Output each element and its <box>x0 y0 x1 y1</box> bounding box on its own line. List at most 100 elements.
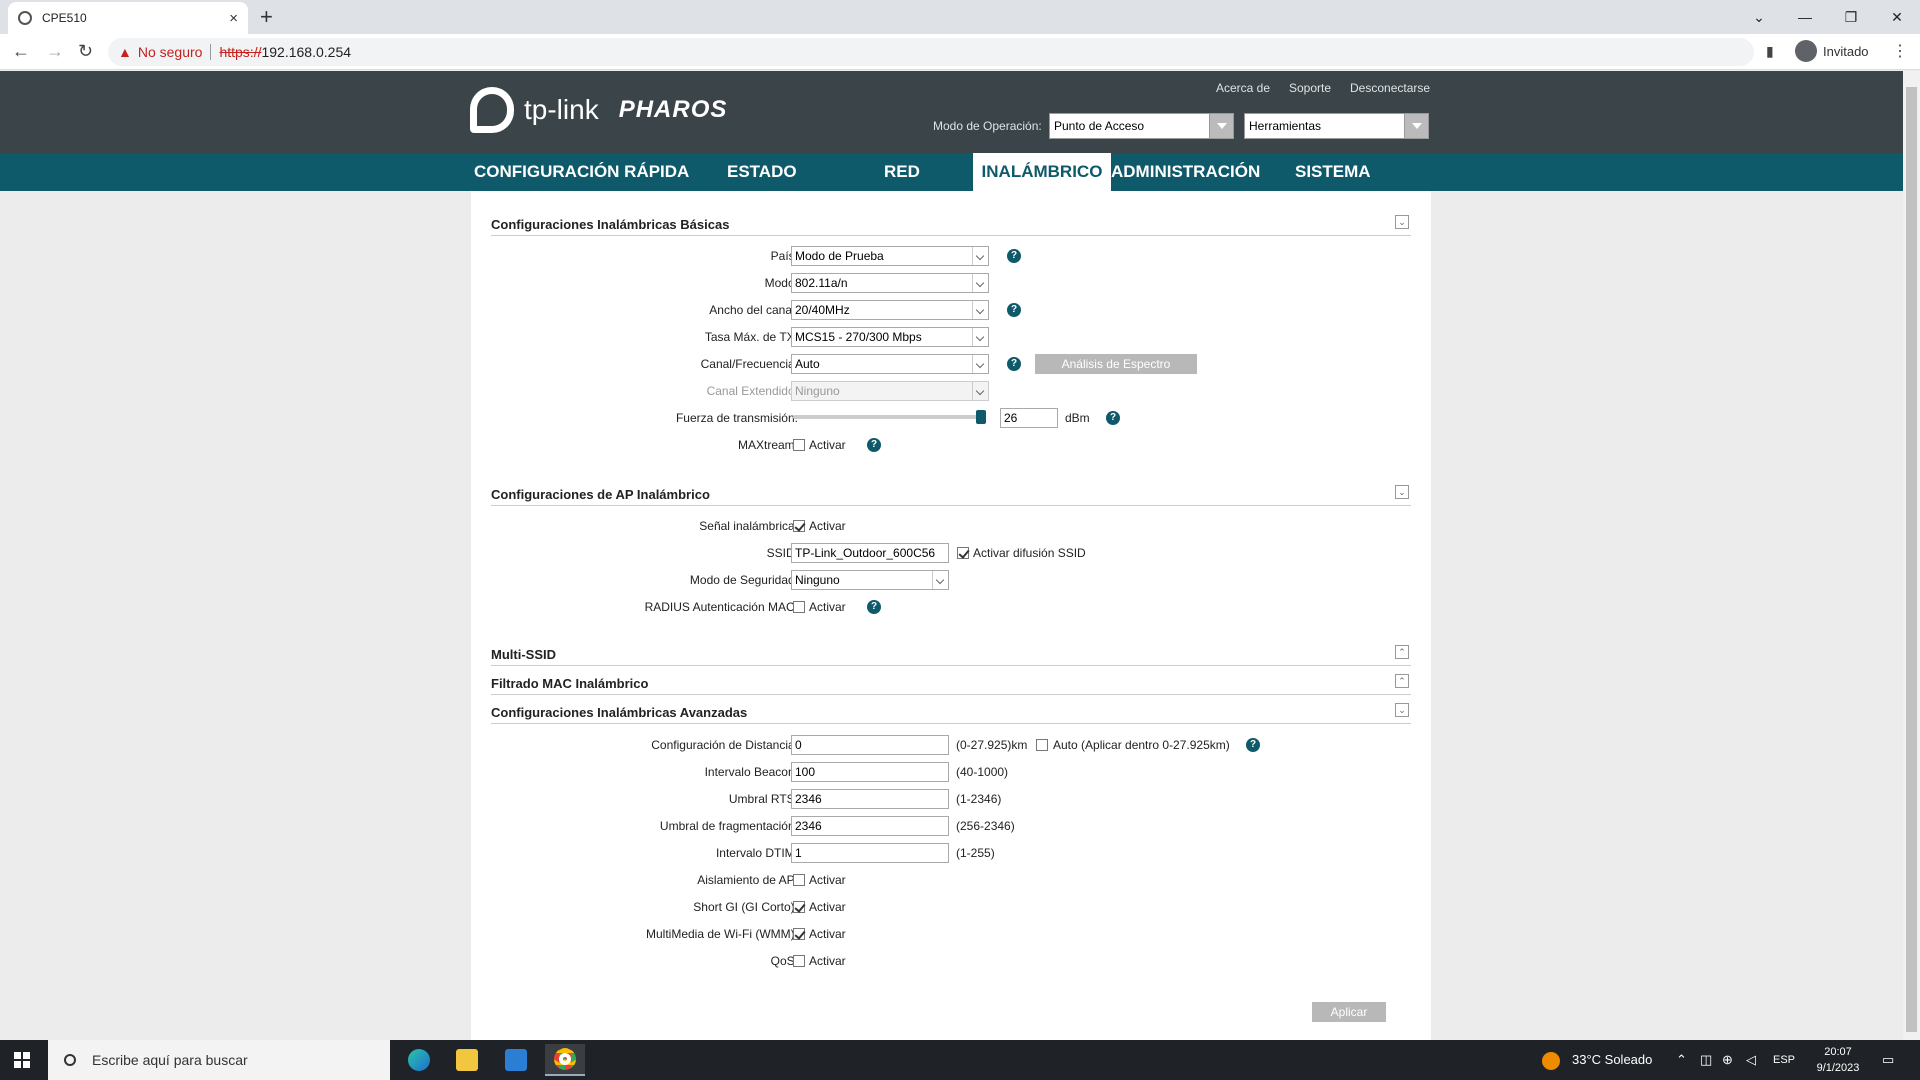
tx-power-handle[interactable] <box>976 410 986 424</box>
apply-button[interactable]: Aplicar <box>1312 1002 1386 1022</box>
url-host: 192.168.0.254 <box>261 44 352 60</box>
tab-search-icon[interactable]: ⌄ <box>1736 0 1782 34</box>
help-icon[interactable]: ? <box>867 438 881 452</box>
language-indicator[interactable]: ESP <box>1773 1040 1795 1080</box>
distance-auto-label: Auto (Aplicar dentro 0-27.925km) <box>1053 738 1230 752</box>
help-icon[interactable]: ? <box>1007 249 1021 263</box>
help-icon[interactable]: ? <box>1246 738 1260 752</box>
extended-channel-select[interactable]: Ninguno <box>791 381 989 401</box>
ap-section-title: Configuraciones de AP Inalámbrico <box>491 487 710 502</box>
help-icon[interactable]: ? <box>867 600 881 614</box>
about-link[interactable]: Acerca de <box>1216 81 1270 95</box>
expand-icon[interactable]: ⌃ <box>1395 674 1409 688</box>
multi-ssid-title[interactable]: Multi-SSID <box>491 647 556 662</box>
reload-icon[interactable]: ↻ <box>78 41 93 62</box>
edge-app[interactable] <box>399 1044 439 1076</box>
clock[interactable]: 20:07 9/1/2023 <box>1808 1044 1868 1076</box>
search-placeholder: Escribe aquí para buscar <box>92 1052 248 1068</box>
max-tx-rate-select[interactable]: MCS15 - 270/300 Mbps <box>791 327 989 347</box>
tx-power-slider[interactable] <box>793 410 986 424</box>
channel-width-label: Ancho del canal: <box>709 303 798 317</box>
security-label[interactable]: No seguro <box>138 44 203 60</box>
collapse-icon[interactable]: ⌄ <box>1395 485 1409 499</box>
menu-icon[interactable]: ⋮ <box>1892 41 1908 61</box>
spectrum-analysis-button[interactable]: Análisis de Espectro <box>1035 354 1197 374</box>
maxtream-checkbox[interactable] <box>793 439 805 451</box>
rts-hint: (1-2346) <box>956 792 1002 806</box>
collapse-icon[interactable]: ⌄ <box>1395 703 1409 717</box>
ap-isolation-checkbox[interactable] <box>793 874 805 886</box>
op-mode-select[interactable]: Punto de Acceso <box>1049 113 1234 139</box>
volume-icon[interactable]: ◁ <box>1746 1040 1756 1080</box>
windows-taskbar: Escribe aquí para buscar 33°C Soleado ⌃ … <box>0 1040 1920 1080</box>
help-icon[interactable]: ? <box>1007 303 1021 317</box>
chrome-app[interactable] <box>545 1044 585 1076</box>
distance-auto-checkbox[interactable] <box>1036 739 1048 751</box>
qos-checkbox[interactable] <box>793 955 805 967</box>
channel-select[interactable]: Auto <box>791 354 989 374</box>
close-tab-icon[interactable]: × <box>229 10 238 27</box>
web-page: tp-link PHAROS Acerca de Soporte Descone… <box>0 71 1903 1040</box>
wifi-icon[interactable]: ◫ <box>1700 1040 1712 1080</box>
nav-management[interactable]: ADMINISTRACIÓN <box>1111 153 1260 191</box>
ssid-input[interactable]: TP-Link_Outdoor_600C56 <box>791 543 949 563</box>
tools-value: Herramientas <box>1249 119 1322 133</box>
nav-quick-setup[interactable]: CONFIGURACIÓN RÁPIDA <box>474 153 689 191</box>
restore-button[interactable]: ❐ <box>1828 0 1874 34</box>
new-tab-button[interactable]: + <box>260 4 273 30</box>
mail-app[interactable] <box>496 1044 536 1076</box>
product-name: PHAROS <box>618 96 728 123</box>
sidepanel-icon[interactable]: ▮ <box>1766 43 1774 60</box>
tools-select[interactable]: Herramientas <box>1244 113 1429 139</box>
radius-label: RADIUS Autenticación MAC: <box>644 600 798 614</box>
minimize-button[interactable]: — <box>1782 0 1828 34</box>
collapse-icon[interactable]: ⌄ <box>1395 215 1409 229</box>
dtim-input[interactable]: 1 <box>791 843 949 863</box>
back-icon[interactable]: ← <box>12 41 30 62</box>
explorer-app[interactable] <box>447 1044 487 1076</box>
nav-network[interactable]: RED <box>884 153 920 191</box>
wireless-signal-checkbox[interactable] <box>793 520 805 532</box>
windows-start-icon[interactable] <box>14 1052 30 1068</box>
channel-width-select[interactable]: 20/40MHz <box>791 300 989 320</box>
expand-icon[interactable]: ⌃ <box>1395 645 1409 659</box>
chevron-down-icon <box>972 382 988 400</box>
dtim-label: Intervalo DTIM: <box>715 846 798 860</box>
forward-icon[interactable]: → <box>46 41 64 62</box>
taskbar-search[interactable]: Escribe aquí para buscar <box>48 1040 390 1080</box>
notifications-icon[interactable]: ▭ <box>1882 1040 1894 1080</box>
distance-input[interactable]: 0 <box>791 735 949 755</box>
router-header: tp-link PHAROS Acerca de Soporte Descone… <box>0 71 1903 153</box>
nav-system[interactable]: SISTEMA <box>1295 153 1371 191</box>
browser-tab[interactable]: CPE510 × <box>8 2 248 34</box>
tray-chevron-icon[interactable]: ⌃ <box>1676 1040 1687 1080</box>
network-icon[interactable]: ⊕ <box>1722 1040 1733 1080</box>
page-scrollbar[interactable] <box>1903 71 1920 1040</box>
fragmentation-input[interactable]: 2346 <box>791 816 949 836</box>
profile-button[interactable]: Invitado <box>1795 40 1869 62</box>
beacon-input[interactable]: 100 <box>791 762 949 782</box>
short-gi-checkbox[interactable] <box>793 901 805 913</box>
support-link[interactable]: Soporte <box>1289 81 1331 95</box>
help-icon[interactable]: ? <box>1007 357 1021 371</box>
radius-checkbox[interactable] <box>793 601 805 613</box>
nav-wireless[interactable]: INALÁMBRICO <box>973 153 1111 191</box>
main-nav: CONFIGURACIÓN RÁPIDA ESTADO RED INALÁMBR… <box>0 153 1903 191</box>
address-bar-row: ← → ↻ ▲ No seguro https:// 192.168.0.254… <box>0 34 1920 70</box>
rts-input[interactable]: 2346 <box>791 789 949 809</box>
close-window-button[interactable]: ✕ <box>1874 0 1920 34</box>
weather-text[interactable]: 33°C Soleado <box>1572 1040 1652 1080</box>
logout-link[interactable]: Desconectarse <box>1350 81 1430 95</box>
mode-select[interactable]: 802.11a/n <box>791 273 989 293</box>
scrollbar-thumb[interactable] <box>1906 87 1917 1032</box>
help-icon[interactable]: ? <box>1106 411 1120 425</box>
mac-filter-title[interactable]: Filtrado MAC Inalámbrico <box>491 676 648 691</box>
nav-status[interactable]: ESTADO <box>727 153 797 191</box>
tx-power-input[interactable]: 26 <box>1000 408 1058 428</box>
ssid-broadcast-checkbox[interactable] <box>957 547 969 559</box>
country-select[interactable]: Modo de Prueba <box>791 246 989 266</box>
url-field[interactable]: ▲ No seguro https:// 192.168.0.254 <box>108 38 1754 66</box>
short-gi-check-label: Activar <box>809 900 846 914</box>
wmm-checkbox[interactable] <box>793 928 805 940</box>
security-mode-select[interactable]: Ninguno <box>791 570 949 590</box>
